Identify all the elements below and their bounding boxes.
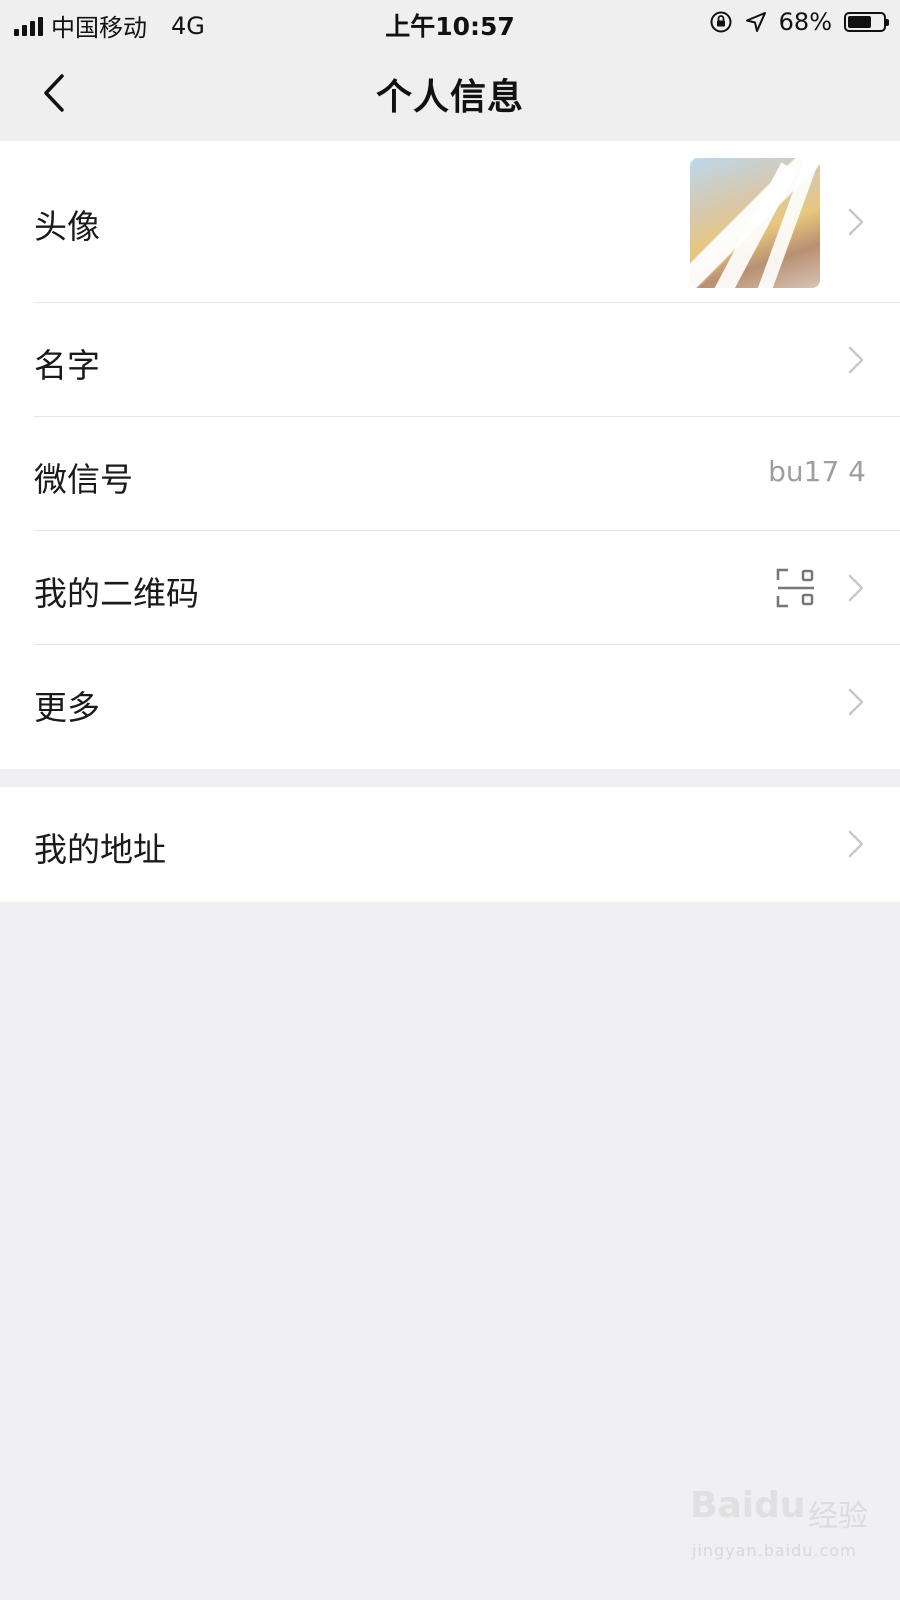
- status-bar: 中国移动 4G 上午10:57 68%: [0, 0, 900, 46]
- watermark-text: 经验: [808, 1499, 868, 1534]
- profile-info-list: 头像 名字 微信号 bu17 4 我的二维码 更多: [0, 141, 900, 769]
- wechat-id-value: bu17 4: [768, 455, 866, 488]
- status-right: 68%: [709, 8, 889, 36]
- chevron-right-icon: [848, 688, 864, 716]
- watermark-logo: Baidu: [690, 1485, 806, 1526]
- orientation-lock-icon: [710, 11, 732, 33]
- row-label-qr-code: 我的二维码: [34, 574, 199, 613]
- row-qr-code[interactable]: 我的二维码: [0, 531, 900, 645]
- chevron-right-icon: [848, 346, 864, 374]
- battery-fill: [848, 16, 871, 28]
- chevron-right-icon: [848, 574, 864, 602]
- row-label-more: 更多: [34, 688, 100, 727]
- location-arrow-icon: [745, 12, 766, 32]
- page-title: 个人信息: [375, 77, 524, 118]
- address-list: 我的地址: [0, 787, 900, 902]
- chevron-right-icon: [848, 830, 864, 858]
- battery-percent: 68%: [778, 8, 832, 36]
- row-avatar[interactable]: 头像: [0, 141, 900, 303]
- row-label-wechat-id: 微信号: [34, 460, 133, 499]
- avatar: [690, 158, 820, 288]
- row-address[interactable]: 我的地址: [0, 787, 900, 902]
- baidu-watermark: Baidu 经验 jingyan.baidu.com: [690, 1485, 880, 1585]
- row-name[interactable]: 名字: [0, 303, 900, 417]
- row-label-name: 名字: [34, 346, 100, 385]
- battery-icon: [844, 12, 889, 32]
- navigation-bar: 个人信息: [0, 46, 900, 140]
- chevron-right-icon: [848, 208, 864, 236]
- row-label-avatar: 头像: [34, 207, 100, 246]
- row-label-address: 我的地址: [34, 830, 166, 869]
- row-wechat-id[interactable]: 微信号 bu17 4: [0, 417, 900, 531]
- qr-code-icon: [776, 568, 814, 608]
- watermark-url: jingyan.baidu.com: [692, 1541, 857, 1560]
- row-more[interactable]: 更多: [0, 645, 900, 769]
